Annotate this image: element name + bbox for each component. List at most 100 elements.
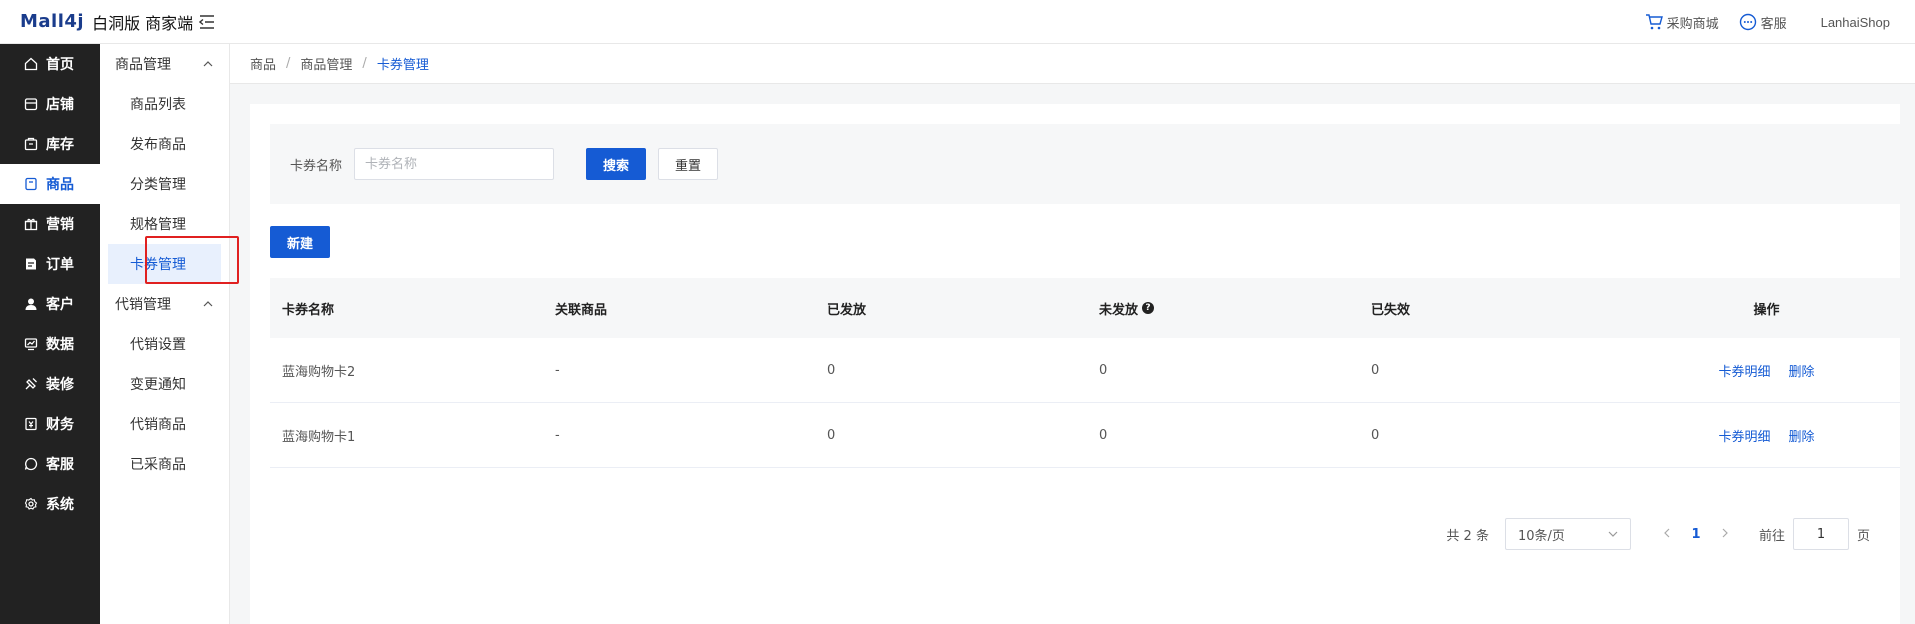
- breadcrumb-current: 卡券管理: [376, 58, 429, 73]
- breadcrumb: 商品 / 商品管理 / 卡券管理: [230, 44, 1915, 84]
- sidebar-item-marketing[interactable]: 营销: [0, 204, 100, 244]
- subnav-group-product-management[interactable]: 商品管理: [100, 44, 229, 84]
- subnav-item-change-notice[interactable]: 变更通知: [100, 364, 229, 404]
- card-name-search-input[interactable]: [354, 148, 555, 180]
- subnav-item-product-list[interactable]: 商品列表: [100, 84, 229, 124]
- breadcrumb-item[interactable]: 商品: [250, 54, 276, 73]
- sidebar-item-orders[interactable]: 订单: [0, 244, 100, 284]
- page-size-select[interactable]: 10条/页: [1504, 518, 1631, 550]
- cell-product: -: [555, 427, 560, 443]
- page-number[interactable]: 1: [1679, 527, 1713, 542]
- table-row: 蓝海购物卡1 - 0 0 0 卡券明细 删除: [270, 403, 1900, 468]
- sidebar-item-product[interactable]: 商品: [0, 164, 100, 204]
- pagination-total: 共 2 条: [1446, 528, 1489, 544]
- subnav-item-spec[interactable]: 规格管理: [100, 204, 229, 244]
- sidebar-item-customers[interactable]: 客户: [0, 284, 100, 324]
- cell-name: 蓝海购物卡2: [282, 364, 356, 380]
- user-name[interactable]: LanhaiShop: [1821, 15, 1890, 30]
- delete-link[interactable]: 删除: [1789, 365, 1815, 380]
- delete-link[interactable]: 删除: [1789, 430, 1815, 445]
- prev-page-button[interactable]: [1655, 527, 1679, 542]
- chevron-left-icon: [1664, 528, 1670, 537]
- cell-actions: 卡券明细 删除: [1633, 361, 1900, 380]
- subnav-group-label: 代销管理: [115, 297, 171, 313]
- sidebar-item-finance[interactable]: 财务: [0, 404, 100, 444]
- breadcrumb-item[interactable]: 商品管理: [300, 54, 352, 73]
- logo[interactable]: Mall4j 白洞版 商家端: [0, 10, 215, 34]
- cell-actions: 卡券明细 删除: [1633, 426, 1900, 445]
- sidebar-item-label: 营销: [46, 217, 74, 233]
- page-jump-label: 前往: [1758, 528, 1785, 544]
- sidebar-item-label: 订单: [46, 257, 74, 273]
- subnav-group-consignment[interactable]: 代销管理: [100, 284, 229, 324]
- sidebar-item-inventory[interactable]: 库存: [0, 124, 100, 164]
- sidebar-item-home[interactable]: 首页: [0, 44, 100, 84]
- sidebar-item-label: 财务: [46, 417, 74, 433]
- chevron-up-icon: [203, 61, 213, 67]
- sidebar-item-label: 系统: [46, 497, 74, 513]
- cell-expired: 0: [1371, 427, 1380, 443]
- logo-mark: Mall4j: [20, 11, 85, 32]
- product-icon: [25, 177, 37, 191]
- card-coupon-table: 卡券名称 关联商品 已发放 未发放 ? 已失效 操作 蓝海购物卡2 - 0 0 …: [270, 278, 1900, 468]
- service-icon: [24, 457, 38, 471]
- cell-expired: 0: [1371, 362, 1380, 378]
- main-content: 卡券名称 搜索 重置 新建 卡券名称 关联商品 已发放 未发放 ? 已失效 操作…: [250, 104, 1900, 624]
- top-header: Mall4j 白洞版 商家端 采购商城 客服 LanhaiShop: [0, 0, 1915, 44]
- gift-icon: [24, 218, 38, 231]
- settings-icon: [24, 497, 38, 510]
- subnav-item-consignment-products[interactable]: 代销商品: [100, 404, 229, 444]
- customer-icon: [25, 298, 37, 310]
- column-header-actions: 操作: [1753, 302, 1780, 318]
- cell-issued: 0: [827, 362, 836, 378]
- sidebar-item-label: 客户: [46, 297, 74, 313]
- order-icon: [26, 258, 36, 270]
- column-header-product: 关联商品: [555, 302, 608, 318]
- sidebar-item-label: 客服: [46, 457, 74, 473]
- next-page-button[interactable]: [1713, 527, 1737, 542]
- column-header-name: 卡券名称: [282, 302, 335, 318]
- column-header-issued: 已发放: [827, 302, 867, 318]
- sidebar-item-system[interactable]: 系统: [0, 484, 100, 524]
- sidebar-item-label: 装修: [46, 377, 74, 393]
- chevron-up-icon: [203, 301, 213, 307]
- logo-text: 白洞版 商家端: [92, 13, 194, 33]
- help-icon[interactable]: ?: [1142, 302, 1155, 314]
- sidebar-item-data[interactable]: 数据: [0, 324, 100, 364]
- subnav-item-publish-product[interactable]: 发布商品: [100, 124, 229, 164]
- reset-button[interactable]: 重置: [658, 148, 719, 180]
- customer-service-link[interactable]: 客服: [1739, 13, 1787, 32]
- subnav-item-purchased-products[interactable]: 已采商品: [100, 444, 229, 484]
- sidebar-item-label: 首页: [46, 57, 74, 73]
- subnav-group-label: 商品管理: [115, 57, 171, 73]
- home-icon: [24, 57, 38, 71]
- column-header-unissued-label: 未发放: [1099, 302, 1139, 318]
- new-button[interactable]: 新建: [270, 226, 330, 258]
- sidebar-item-label: 库存: [46, 137, 74, 153]
- search-button[interactable]: 搜索: [586, 148, 647, 180]
- cell-issued: 0: [827, 427, 836, 443]
- table-header: 卡券名称 关联商品 已发放 未发放 ? 已失效 操作: [270, 278, 1900, 338]
- main-sidebar: 首页 店铺 库存 商品 营销 订单 客户 数据 装修 财务 客服 系统: [0, 44, 100, 624]
- cart-icon: [1645, 14, 1663, 30]
- column-header-expired: 已失效: [1371, 302, 1411, 318]
- procurement-mall-link[interactable]: 采购商城: [1645, 13, 1719, 32]
- breadcrumb-separator: /: [286, 56, 291, 71]
- subnav-item-category[interactable]: 分类管理: [100, 164, 229, 204]
- card-detail-link[interactable]: 卡券明细: [1718, 365, 1770, 380]
- cell-unissued: 0: [1099, 362, 1108, 378]
- data-icon: [24, 338, 38, 351]
- sidebar-item-service[interactable]: 客服: [0, 444, 100, 484]
- table-row: 蓝海购物卡2 - 0 0 0 卡券明细 删除: [270, 338, 1900, 403]
- cell-unissued: 0: [1099, 427, 1108, 443]
- subnav-item-card-coupon[interactable]: 卡券管理: [108, 244, 221, 284]
- sidebar-item-decorate[interactable]: 装修: [0, 364, 100, 404]
- subnav-item-consignment-settings[interactable]: 代销设置: [100, 324, 229, 364]
- page-jump-input[interactable]: [1792, 518, 1849, 550]
- procurement-mall-label: 采购商城: [1666, 16, 1719, 32]
- header-actions: 采购商城 客服 LanhaiShop: [1645, 0, 1915, 44]
- card-detail-link[interactable]: 卡券明细: [1718, 430, 1770, 445]
- sidebar-item-label: 店铺: [46, 97, 74, 113]
- menu-collapse-icon[interactable]: [199, 12, 215, 32]
- sidebar-item-store[interactable]: 店铺: [0, 84, 100, 124]
